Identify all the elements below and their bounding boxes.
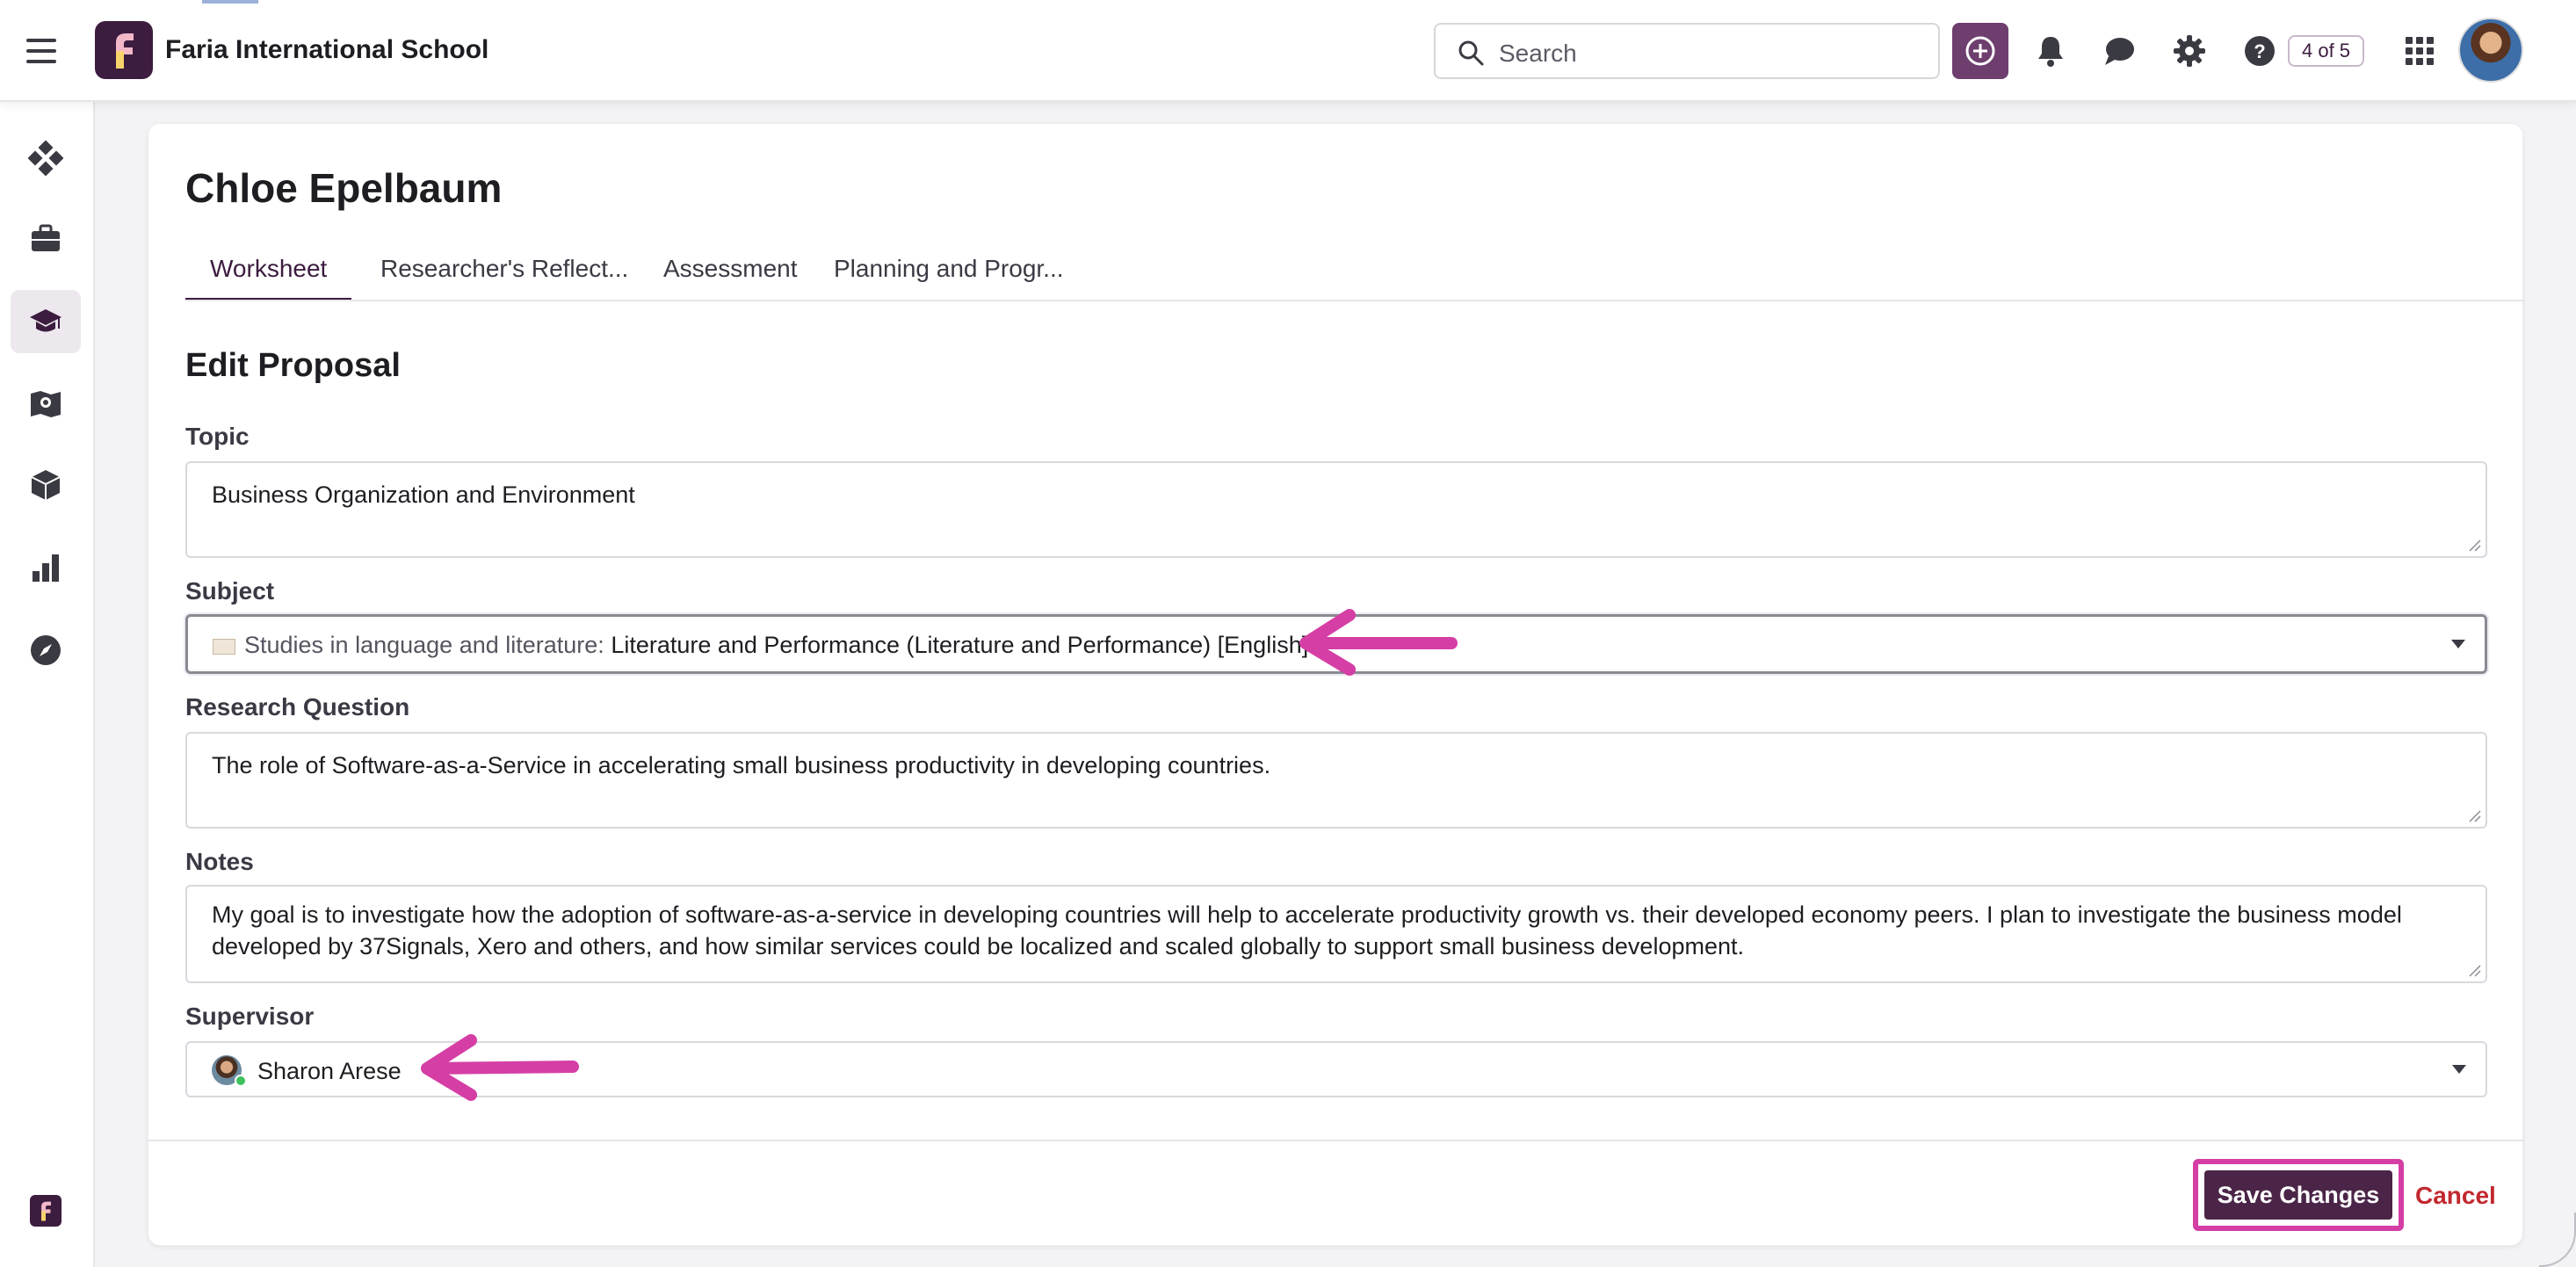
notes-value: My goal is to investigate how the adopti… [212, 901, 2402, 959]
window-corner [2539, 1213, 2576, 1267]
tab-divider [185, 300, 2524, 301]
arrow-annotation-subject [1299, 609, 1458, 676]
search-placeholder: Search [1499, 40, 1577, 67]
topic-field[interactable]: Business Organization and Environment [185, 461, 2487, 558]
topic-value: Business Organization and Environment [212, 481, 635, 508]
arrow-annotation-supervisor [421, 1034, 579, 1101]
gear-icon[interactable] [2172, 33, 2207, 69]
svg-text:?: ? [2254, 40, 2265, 62]
search-box[interactable]: Search [1434, 23, 1940, 79]
school-logo[interactable] [95, 21, 153, 79]
briefcase-icon [32, 224, 60, 251]
dashboard-icon [28, 141, 63, 176]
map-icon [31, 391, 61, 417]
sidebar [0, 102, 95, 1267]
topic-label: Topic [185, 423, 250, 450]
save-changes-button[interactable]: Save Changes [2204, 1170, 2392, 1220]
notes-label: Notes [185, 848, 254, 875]
research-question-label: Research Question [185, 693, 410, 720]
resize-handle-icon[interactable] [2468, 964, 2482, 978]
user-avatar[interactable] [2458, 18, 2523, 83]
footer-divider [148, 1140, 2524, 1141]
cube-icon [31, 470, 61, 500]
sidebar-item-units[interactable] [11, 453, 81, 517]
online-status-dot [235, 1075, 247, 1087]
subject-value: Literature and Performance (Literature a… [611, 632, 1309, 658]
research-question-field[interactable]: The role of Software-as-a-Service in acc… [185, 732, 2487, 829]
bell-icon[interactable] [2033, 33, 2068, 69]
graduation-cap-icon [30, 309, 62, 332]
section-title: Edit Proposal [185, 347, 401, 384]
chevron-down-icon[interactable] [2452, 1065, 2466, 1074]
chevron-down-icon[interactable] [2451, 640, 2465, 648]
subject-label: Subject [185, 577, 275, 605]
help-icon[interactable]: ? [2242, 33, 2277, 69]
faria-logo-small[interactable] [30, 1195, 62, 1227]
tab-planning-and-progress[interactable]: Planning and Progr... [809, 249, 1089, 301]
cancel-link[interactable]: Cancel [2415, 1182, 2496, 1210]
sidebar-item-dashboard[interactable] [11, 127, 81, 190]
sidebar-item-map[interactable] [11, 373, 81, 436]
resize-handle-icon[interactable] [2468, 539, 2482, 553]
search-icon [1458, 40, 1484, 66]
tab-researchers-reflection[interactable]: Researcher's Reflect... [356, 249, 653, 301]
subject-group: Studies in language and literature: [244, 632, 604, 658]
sidebar-item-reports[interactable] [11, 536, 81, 599]
resize-handle-icon[interactable] [2468, 809, 2482, 823]
sidebar-item-academics[interactable] [11, 290, 81, 353]
count-badge[interactable]: 4 of 5 [2288, 35, 2365, 67]
supervisor-label: Supervisor [185, 1003, 315, 1030]
tab-assessment[interactable]: Assessment [639, 249, 822, 301]
chat-bubble-icon[interactable] [2102, 33, 2137, 69]
hamburger-menu-icon[interactable] [26, 39, 56, 63]
plus-circle-icon [1965, 36, 1995, 66]
english-flag-icon [213, 639, 235, 655]
compass-icon [31, 635, 61, 665]
top-edge-sliver [202, 0, 258, 4]
notes-field[interactable]: My goal is to investigate how the adopti… [185, 885, 2487, 983]
top-bar: Faria International School Search ? 4 of… [0, 0, 2576, 102]
research-question-value: The role of Software-as-a-Service in acc… [212, 752, 1271, 778]
bar-chart-icon [33, 554, 59, 582]
apps-grid-icon[interactable] [2402, 33, 2437, 69]
sidebar-item-briefcase[interactable] [11, 207, 81, 271]
sidebar-item-explore[interactable] [11, 619, 81, 682]
add-button[interactable] [1952, 23, 2008, 79]
tab-worksheet[interactable]: Worksheet [185, 249, 352, 301]
student-name: Chloe Epelbaum [185, 165, 503, 211]
school-name[interactable]: Faria International School [165, 35, 488, 65]
